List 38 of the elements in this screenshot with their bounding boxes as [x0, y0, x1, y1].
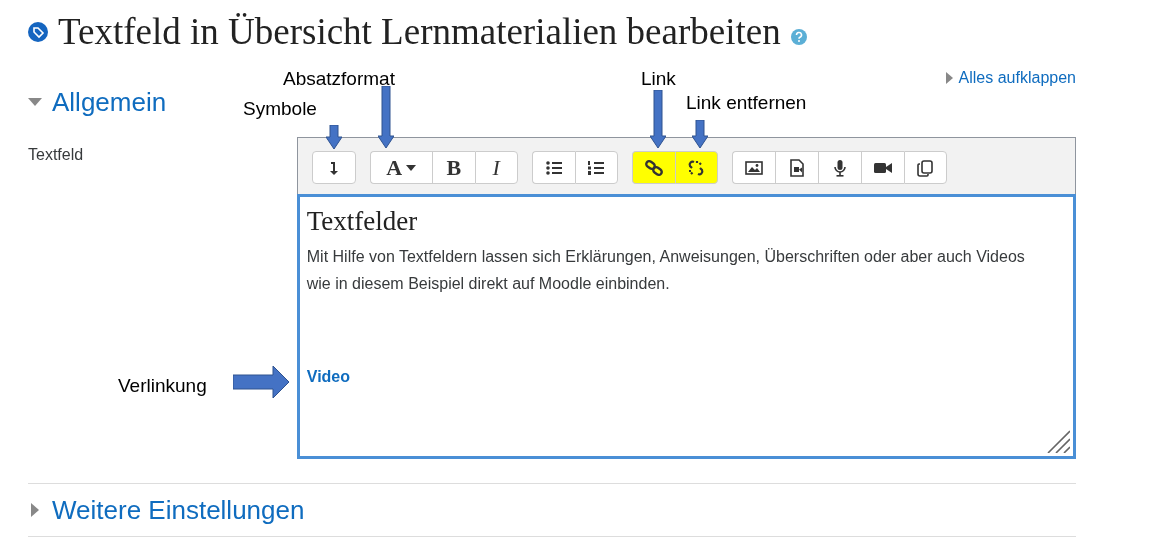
annotation-label: Absatzformat	[283, 67, 395, 91]
unlink-button[interactable]	[674, 151, 718, 184]
chain-link-icon	[643, 157, 664, 178]
section-toggle[interactable]: Allgemein	[28, 86, 167, 118]
right-arrow	[233, 366, 289, 398]
link-button[interactable]	[631, 151, 675, 184]
content-paragraph: Mit Hilfe von Textfeldern lassen sich Erklärungen, Anweisungen, Überschriften oder aber auch Videos wie in diesem Beispiel direkt auf Moodle einbinden.	[306, 247, 1026, 294]
section-toggle[interactable]: Weitere Einstellungen	[28, 494, 305, 526]
caret-right-icon	[945, 72, 953, 84]
down-arrow	[650, 90, 666, 148]
symbols-button[interactable]	[311, 151, 356, 184]
format-button[interactable]: A	[369, 151, 432, 184]
down-arrow	[692, 120, 708, 148]
caret-icon	[406, 164, 417, 171]
down-arrow	[326, 125, 342, 149]
bold-button[interactable]: B	[431, 151, 475, 184]
audio-button[interactable]	[817, 151, 861, 184]
numbers-button[interactable]	[574, 151, 618, 184]
annotation-label: Symbole	[243, 97, 317, 121]
expand-all-link[interactable]: Alles aufklappen	[945, 66, 1076, 90]
help-icon	[790, 29, 807, 45]
down-arrow	[378, 86, 394, 148]
editor-content[interactable]: Textfelder Mit Hilfe von Textfeldern lassen sich Erklärungen, Anweisungen, Überschriften oder aber auch Videos wie in diesem Beispiel direkt auf Moodle einbinden. Video	[296, 194, 1076, 459]
annotation-label: Verlinkung	[118, 374, 207, 398]
files-button[interactable]	[903, 151, 947, 184]
annotation-label: Link entfernen	[686, 91, 807, 115]
content-heading: Textfelder	[306, 205, 419, 237]
annotation-label: Link	[641, 67, 676, 91]
image-button[interactable]	[731, 151, 775, 184]
page-title: Textfeld in Übersicht Lernmaterialien bearbeiten	[58, 10, 781, 54]
bullets-button[interactable]	[531, 151, 575, 184]
copy-files-icon	[915, 157, 936, 178]
video-link[interactable]: Video	[306, 365, 351, 389]
field-label: Textfeld	[28, 146, 84, 163]
italic-button[interactable]: I	[474, 151, 518, 184]
media-button[interactable]	[774, 151, 818, 184]
tag-icon	[28, 22, 48, 42]
video-button[interactable]	[860, 151, 904, 184]
